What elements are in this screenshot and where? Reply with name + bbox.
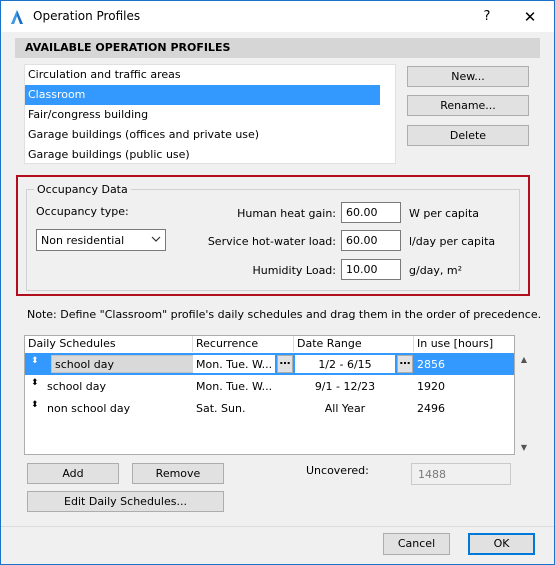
profile-list[interactable]: Circulation and traffic areas Classroom …	[24, 64, 396, 164]
operation-profiles-dialog: Operation Profiles ? ✕ AVAILABLE OPERATI…	[0, 0, 555, 565]
column-divider	[413, 336, 414, 352]
occupancy-group-legend: Occupancy Data	[34, 183, 131, 196]
scroll-up-icon[interactable]: ▲	[519, 355, 529, 364]
schedule-row-selected[interactable]: ⬍ school day ▶ Mon. Tue. W... … 1/2 - 6/…	[25, 353, 514, 375]
date-range-value: All Year	[324, 402, 366, 415]
date-range-value: 9/1 - 12/23	[314, 380, 376, 393]
footer-divider	[1, 526, 554, 527]
in-use-value: 1920	[417, 380, 445, 393]
new-profile-button[interactable]: New...	[407, 66, 529, 87]
recurrence-value: Sat. Sun.	[196, 402, 246, 415]
profile-item[interactable]: Fair/congress building	[25, 105, 395, 125]
drag-handle-icon[interactable]: ⬍	[31, 378, 39, 388]
humidity-input[interactable]: 10.00	[341, 259, 401, 280]
occupancy-type-select[interactable]: Non residential	[36, 229, 166, 251]
remove-schedule-button[interactable]: Remove	[132, 463, 224, 484]
heat-gain-unit: W per capita	[409, 207, 480, 220]
recurrence-value: Mon. Tue. W...	[196, 380, 273, 393]
title-bar: Operation Profiles ? ✕	[1, 1, 554, 32]
scroll-down-icon[interactable]: ▼	[519, 443, 529, 452]
archicad-logo-icon	[11, 10, 23, 24]
column-divider	[293, 336, 294, 352]
profile-item[interactable]: Circulation and traffic areas	[25, 65, 395, 85]
recurrence-field[interactable]: Mon. Tue. W...	[193, 355, 275, 373]
recurrence-value: Mon. Tue. W...	[196, 358, 273, 371]
schedules-note: Note: Define "Classroom" profile's daily…	[27, 308, 542, 321]
col-header-date-range[interactable]: Date Range	[297, 337, 362, 352]
heat-gain-label: Human heat gain:	[237, 207, 336, 220]
schedule-name: school day	[55, 358, 114, 371]
date-range-value: 1/2 - 6/15	[318, 358, 372, 371]
in-use-value: 2496	[417, 402, 445, 415]
humidity-unit: g/day, m²	[409, 264, 463, 277]
edit-daily-schedules-button[interactable]: Edit Daily Schedules...	[27, 491, 224, 512]
occupancy-type-label: Occupancy type:	[36, 205, 129, 218]
recurrence-more-button[interactable]: …	[277, 355, 293, 373]
schedule-name-select[interactable]: school day ▶	[51, 355, 214, 373]
hot-water-input[interactable]: 60.00	[341, 230, 401, 251]
drag-handle-icon[interactable]: ⬍	[31, 400, 39, 410]
profiles-section-header: AVAILABLE OPERATION PROFILES	[15, 38, 540, 58]
chevron-down-icon	[151, 236, 161, 242]
drag-handle-icon[interactable]: ⬍	[31, 356, 39, 366]
schedules-scrollbar[interactable]: ▲ ▼	[516, 335, 530, 455]
profile-item[interactable]: Garage buildings (public use)	[25, 145, 395, 163]
uncovered-label: Uncovered:	[306, 464, 369, 477]
date-range-field[interactable]: 1/2 - 6/15	[295, 355, 395, 373]
col-header-daily[interactable]: Daily Schedules	[28, 337, 116, 352]
schedule-name: school day	[47, 380, 106, 393]
ok-button[interactable]: OK	[468, 533, 535, 555]
in-use-value: 2856	[417, 358, 445, 371]
help-button[interactable]: ?	[471, 5, 503, 29]
delete-profile-button[interactable]: Delete	[407, 125, 529, 146]
schedule-row[interactable]: ⬍ school day Mon. Tue. W... 9/1 - 12/23 …	[25, 375, 514, 397]
heat-gain-input[interactable]: 60.00	[341, 202, 401, 223]
schedule-name: non school day	[47, 402, 131, 415]
humidity-label: Humidity Load:	[252, 264, 336, 277]
uncovered-field: 1488	[411, 463, 511, 485]
column-divider	[192, 336, 193, 352]
rename-profile-button[interactable]: Rename...	[407, 95, 529, 116]
profile-item[interactable]: Garage buildings (offices and private us…	[25, 125, 395, 145]
daily-schedules-table: Daily Schedules Recurrence Date Range In…	[24, 335, 515, 455]
date-range-more-button[interactable]: …	[397, 355, 413, 373]
close-button[interactable]: ✕	[514, 5, 546, 29]
col-header-recurrence[interactable]: Recurrence	[196, 337, 258, 352]
schedule-row[interactable]: ⬍ non school day Sat. Sun. All Year 2496	[25, 397, 514, 419]
col-header-in-use[interactable]: In use [hours]	[417, 337, 493, 352]
window-title: Operation Profiles	[33, 9, 141, 23]
hot-water-label: Service hot-water load:	[207, 235, 336, 248]
hot-water-unit: l/day per capita	[409, 235, 496, 248]
profile-item-selected[interactable]: Classroom	[25, 85, 380, 105]
add-schedule-button[interactable]: Add	[27, 463, 119, 484]
cancel-button[interactable]: Cancel	[383, 533, 450, 555]
occupancy-type-value: Non residential	[41, 234, 125, 247]
